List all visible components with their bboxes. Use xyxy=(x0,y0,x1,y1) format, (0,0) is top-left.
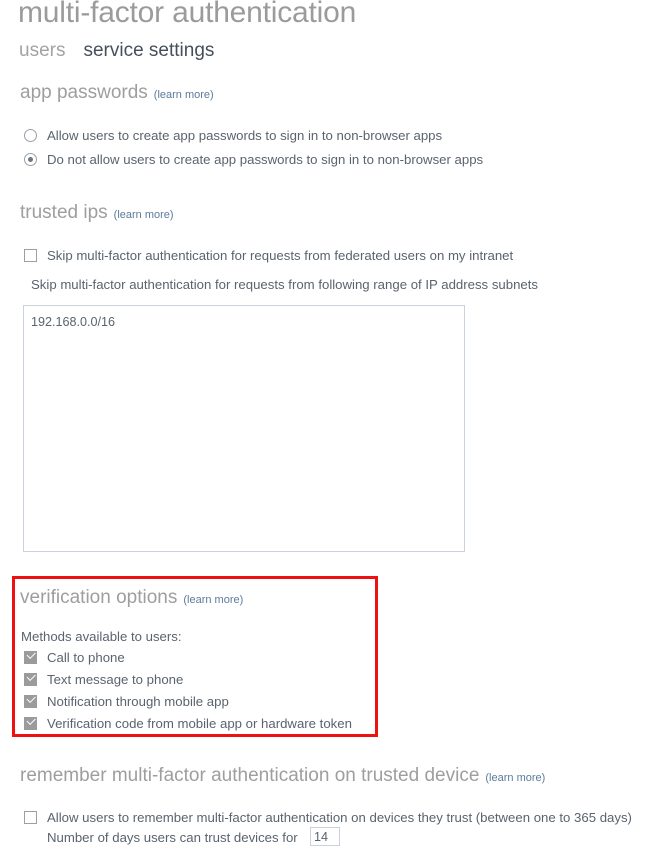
checkbox-label-notification-mobile-app: Notification through mobile app xyxy=(47,694,229,709)
verification-options-heading-text: verification options xyxy=(20,587,178,608)
checkbox-remember-mfa[interactable] xyxy=(24,811,37,824)
checkbox-row-verification-code[interactable]: Verification code from mobile app or har… xyxy=(24,716,352,731)
ip-subnets-textarea[interactable] xyxy=(23,305,465,552)
radio-allow-app-passwords[interactable] xyxy=(24,129,37,142)
checkbox-label-text-message-to-phone: Text message to phone xyxy=(47,672,184,687)
radio-disallow-app-passwords[interactable] xyxy=(24,153,37,166)
checkbox-text-message-to-phone[interactable] xyxy=(24,673,37,686)
radio-row-allow-app-passwords[interactable]: Allow users to create app passwords to s… xyxy=(24,128,442,143)
days-to-trust-input[interactable] xyxy=(310,827,340,846)
checkbox-notification-mobile-app[interactable] xyxy=(24,695,37,708)
page-title: multi-factor authentication xyxy=(18,0,357,29)
checkbox-row-remember-mfa[interactable]: Allow users to remember multi-factor aut… xyxy=(24,810,632,825)
tab-users[interactable]: users xyxy=(19,40,65,62)
tab-service-settings[interactable]: service settings xyxy=(83,40,214,62)
checkbox-label-verification-code: Verification code from mobile app or har… xyxy=(47,716,352,731)
app-passwords-learn-more-link[interactable]: (learn more) xyxy=(154,89,214,101)
tab-bar: users service settings xyxy=(19,40,214,62)
label-methods-available: Methods available to users: xyxy=(21,629,182,644)
section-heading-trusted-ips: trusted ips (learn more) xyxy=(20,202,174,224)
radio-label-disallow-app-passwords: Do not allow users to create app passwor… xyxy=(47,152,484,167)
checkbox-row-text-message-to-phone[interactable]: Text message to phone xyxy=(24,672,183,687)
section-heading-verification-options: verification options (learn more) xyxy=(20,587,243,609)
verification-options-learn-more-link[interactable]: (learn more) xyxy=(183,594,243,606)
trusted-ips-learn-more-link[interactable]: (learn more) xyxy=(114,209,174,221)
checkbox-skip-mfa-federated[interactable] xyxy=(24,249,37,262)
app-passwords-heading-text: app passwords xyxy=(20,82,148,103)
remember-mfa-learn-more-link[interactable]: (learn more) xyxy=(485,772,545,784)
checkbox-verification-code[interactable] xyxy=(24,717,37,730)
section-heading-remember-mfa: remember multi-factor authentication on … xyxy=(20,765,545,787)
checkbox-row-call-to-phone[interactable]: Call to phone xyxy=(24,650,125,665)
section-heading-app-passwords: app passwords (learn more) xyxy=(20,82,214,104)
label-ip-subnets: Skip multi-factor authentication for req… xyxy=(31,277,539,292)
checkbox-call-to-phone[interactable] xyxy=(24,651,37,664)
trusted-ips-heading-text: trusted ips xyxy=(20,202,108,223)
checkbox-label-call-to-phone: Call to phone xyxy=(47,650,125,665)
checkbox-row-skip-mfa-federated[interactable]: Skip multi-factor authentication for req… xyxy=(24,248,513,263)
label-number-of-days: Number of days users can trust devices f… xyxy=(47,830,298,845)
radio-label-allow-app-passwords: Allow users to create app passwords to s… xyxy=(47,128,443,143)
checkbox-label-remember-mfa: Allow users to remember multi-factor aut… xyxy=(47,810,632,825)
remember-mfa-heading-text: remember multi-factor authentication on … xyxy=(20,765,480,786)
checkbox-row-notification-mobile-app[interactable]: Notification through mobile app xyxy=(24,694,229,709)
radio-row-disallow-app-passwords[interactable]: Do not allow users to create app passwor… xyxy=(24,152,483,167)
checkbox-label-skip-mfa-federated: Skip multi-factor authentication for req… xyxy=(47,248,514,263)
